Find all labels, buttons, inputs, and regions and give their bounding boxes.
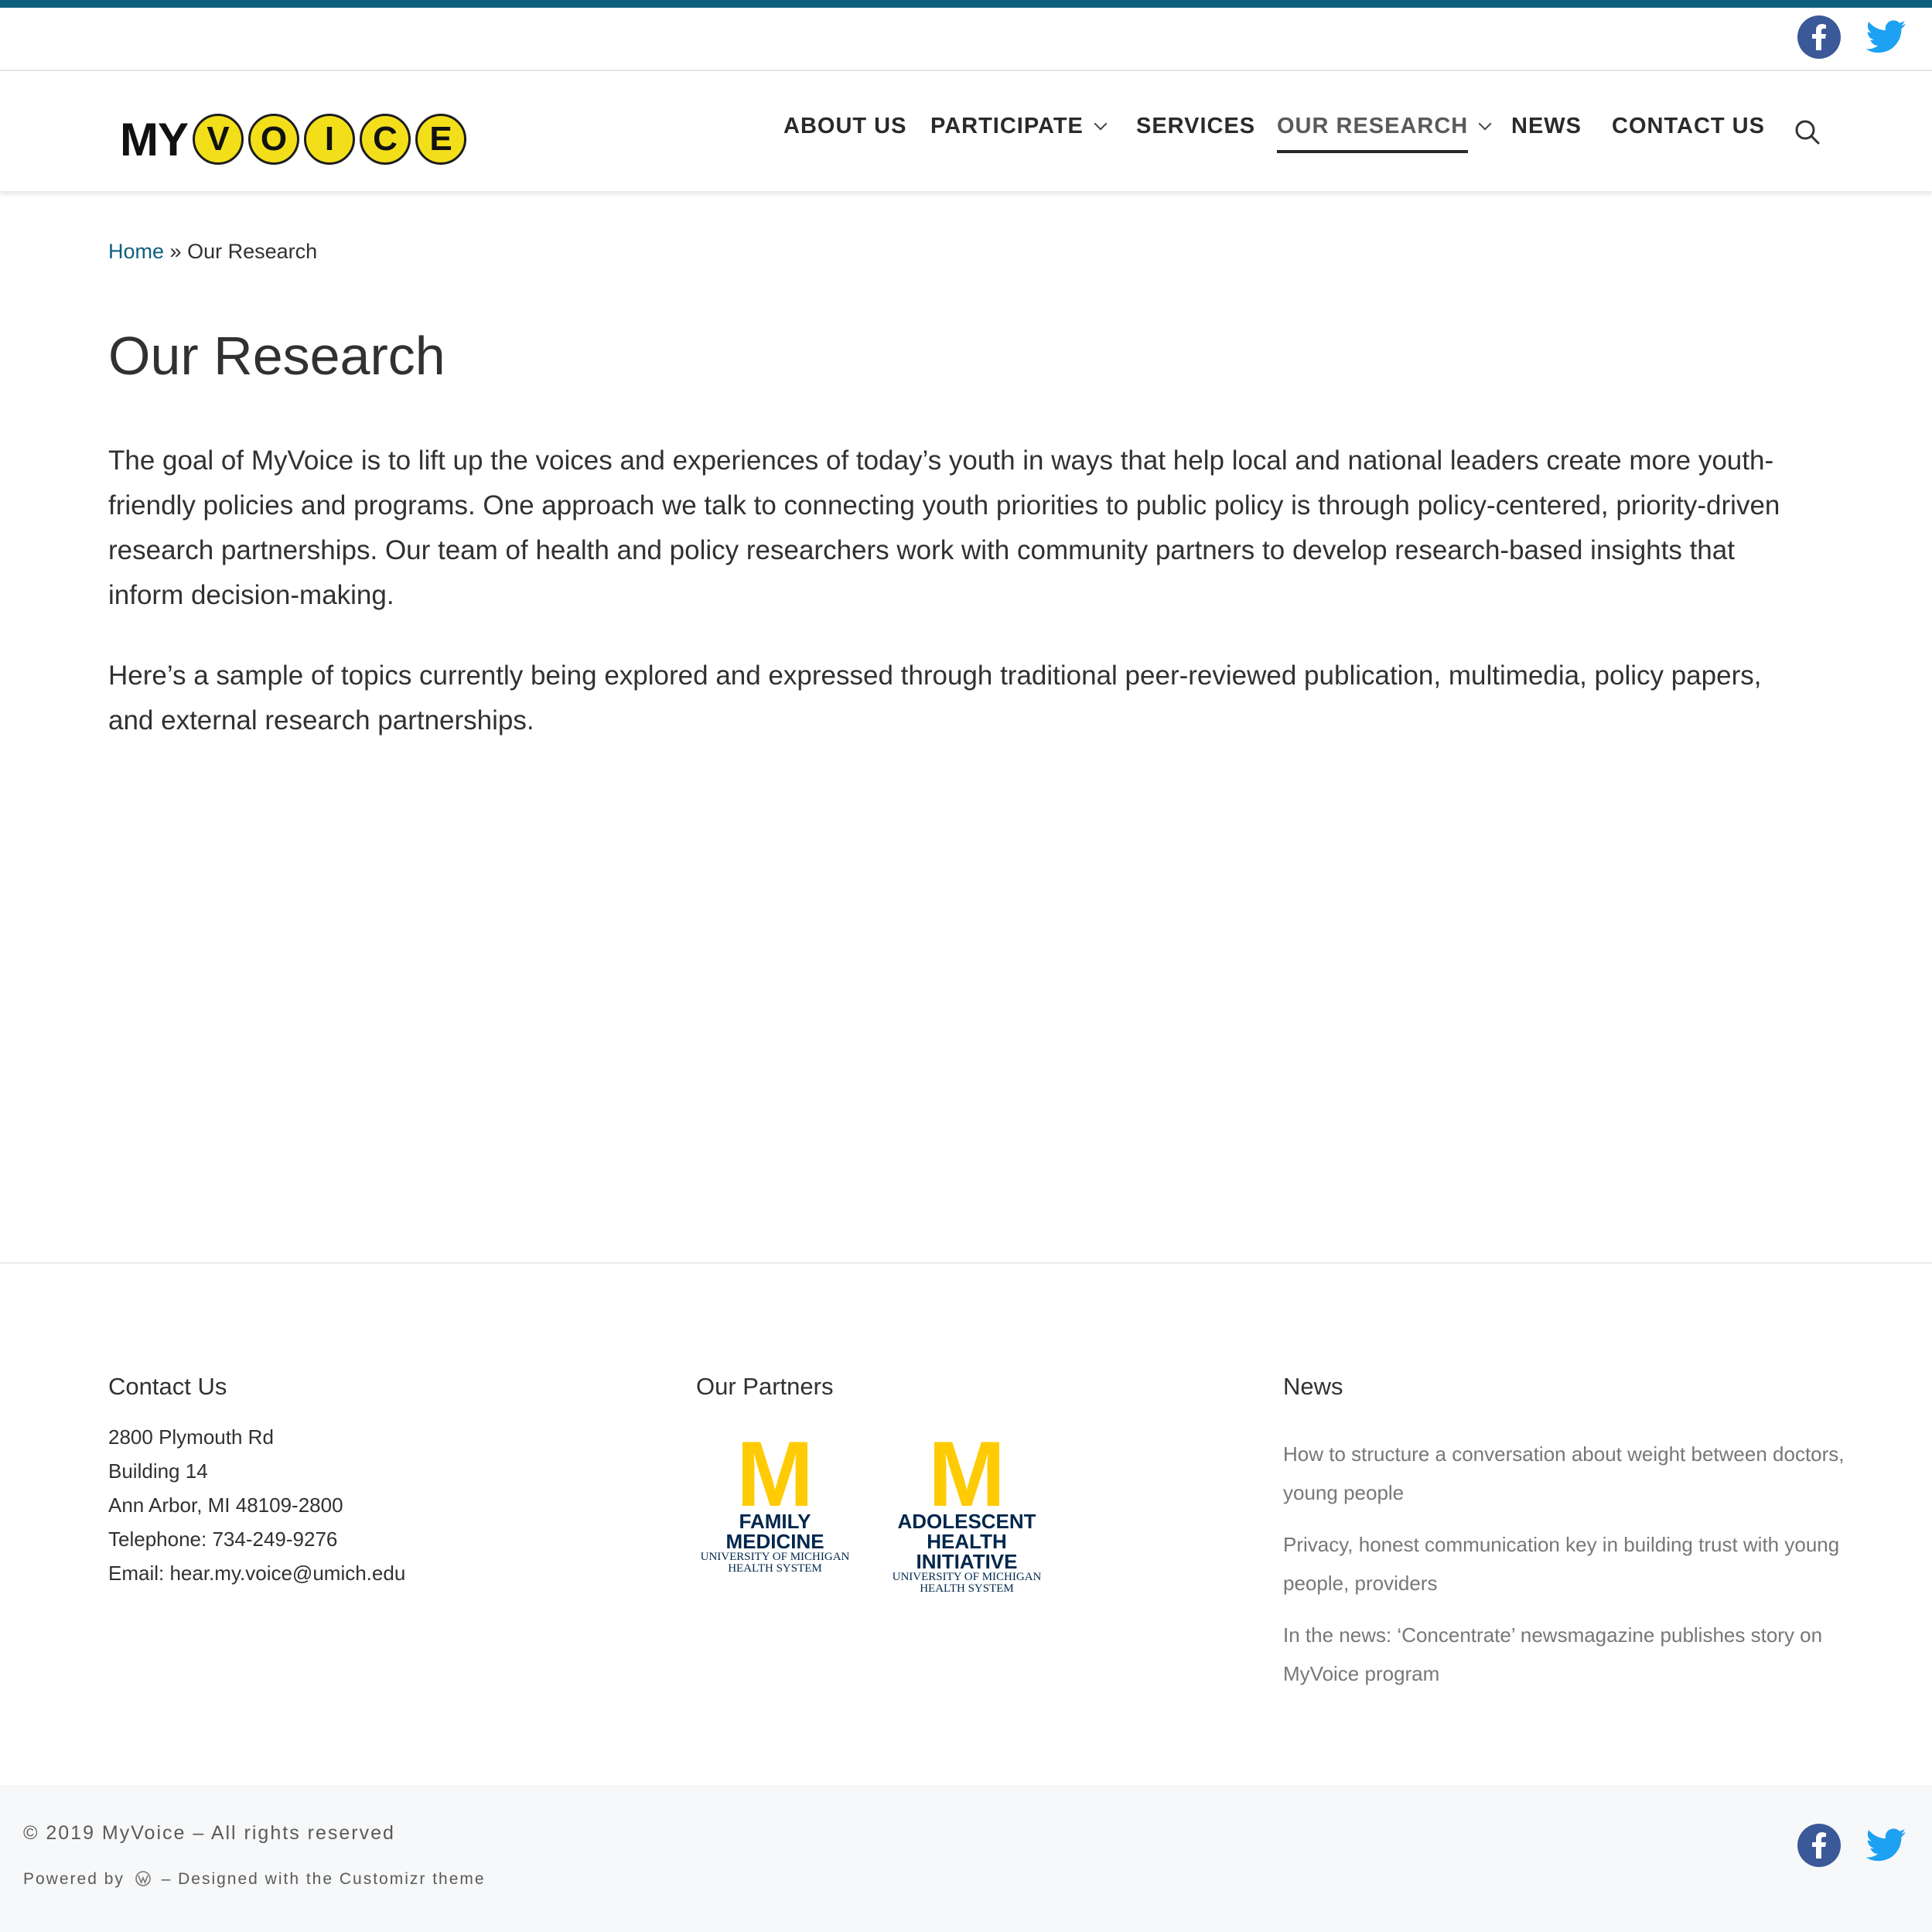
search-icon[interactable] [1794, 119, 1821, 145]
contact-city-line: Ann Arbor, MI 48109-2800 [108, 1493, 343, 1517]
chevron-down-icon [1094, 117, 1108, 131]
block-m-icon: M [928, 1422, 1005, 1526]
powered-suffix: – Designed with the Customizr theme [161, 1870, 486, 1888]
logo-text-my: MY [120, 113, 189, 166]
active-underline [1277, 150, 1469, 153]
footer-contact-block: 2800 Plymouth Rd Building 14 Ann Arbor, … [108, 1420, 405, 1590]
logo-face-e: E [415, 114, 466, 165]
breadcrumb: Home » Our Research [108, 240, 317, 264]
footer-news-heading: News [1283, 1373, 1343, 1400]
breadcrumb-home-link[interactable]: Home [108, 240, 164, 263]
bottom-bar: © 2019 MyVoice – All rights reserved Pow… [0, 1785, 1932, 1932]
chevron-down-icon [1478, 117, 1492, 131]
logo-face-i: I [304, 114, 355, 165]
adolescent-health-logo[interactable]: M ADOLESCENT HEALTH INITIATIVE UNIVERSIT… [888, 1422, 1046, 1595]
intro-paragraph: The goal of MyVoice is to lift up the vo… [108, 445, 1780, 610]
contact-address-line: 2800 Plymouth Rd [108, 1425, 274, 1449]
family-medicine-logo[interactable]: M FAMILY MEDICINE UNIVERSITY OF MICHIGAN… [696, 1422, 854, 1595]
logo-face-o: O [248, 114, 299, 165]
nav-services-label: SERVICES [1136, 114, 1256, 138]
facebook-icon[interactable] [1797, 1824, 1841, 1867]
partner-subtitle: HEALTH SYSTEM [728, 1562, 822, 1575]
block-m-icon: M [736, 1422, 814, 1526]
nav-about-us-label: ABOUT US [783, 114, 907, 138]
contact-email: Email: hear.my.voice@umich.edu [108, 1562, 406, 1585]
site-header: MY V O I C E ABOUT US PARTICIPATE SERVIC… [0, 70, 1932, 191]
nav-our-research-label-wrap: OUR RESEARCH [1277, 114, 1469, 153]
powered-by-text: Powered by – Designed with the Customizr… [23, 1870, 486, 1889]
partner-subtitle: UNIVERSITY OF MICHIGAN [700, 1551, 850, 1563]
footer-news-list: How to structure a conversation about we… [1283, 1435, 1848, 1706]
news-link[interactable]: In the news: ‘Concentrate’ newsmagazine … [1283, 1616, 1848, 1693]
partner-title: ADOLESCENT HEALTH INITIATIVE [897, 1510, 1036, 1573]
top-social-bar [0, 8, 1932, 70]
breadcrumb-current: Our Research [187, 240, 318, 263]
partner-title: FAMILY MEDICINE [725, 1510, 824, 1553]
page-title: Our Research [108, 326, 445, 386]
news-link[interactable]: Privacy, honest communication key in bui… [1283, 1525, 1848, 1603]
twitter-icon[interactable] [1864, 15, 1907, 59]
breadcrumb-separator: » [164, 240, 188, 263]
partner-subtitle: HEALTH SYSTEM [920, 1582, 1014, 1595]
nav-participate-label: PARTICIPATE [930, 114, 1084, 138]
news-link[interactable]: How to structure a conversation about we… [1283, 1435, 1848, 1512]
contact-building-line: Building 14 [108, 1459, 208, 1483]
partner-subtitle: UNIVERSITY OF MICHIGAN [892, 1571, 1042, 1583]
nav-contact-us-label: CONTACT US [1612, 114, 1765, 138]
facebook-icon[interactable] [1797, 15, 1841, 59]
nav-our-research[interactable]: OUR RESEARCH [1277, 114, 1492, 153]
footer-divider [0, 1262, 1932, 1264]
nav-about-us[interactable]: ABOUT US [783, 114, 906, 152]
contact-telephone: Telephone: 734-249-9276 [108, 1528, 338, 1551]
partner-logos: M FAMILY MEDICINE UNIVERSITY OF MICHIGAN… [696, 1422, 1046, 1595]
nav-services[interactable]: SERVICES [1136, 114, 1255, 152]
nav-our-research-label: OUR RESEARCH [1277, 114, 1469, 138]
nav-news[interactable]: NEWS [1511, 114, 1582, 152]
top-accent-bar [0, 0, 1932, 8]
nav-participate[interactable]: PARTICIPATE [930, 114, 1108, 152]
footer-contact-heading: Contact Us [108, 1373, 227, 1400]
myvoice-logo[interactable]: MY V O I C E [120, 110, 471, 169]
nav-news-label: NEWS [1511, 114, 1582, 138]
logo-face-c: C [360, 114, 411, 165]
topics-paragraph: Here’s a sample of topics currently bein… [108, 660, 1762, 736]
powered-prefix: Powered by [23, 1870, 125, 1888]
logo-face-v: V [193, 114, 244, 165]
wordpress-icon[interactable] [135, 1871, 151, 1886]
nav-contact-us[interactable]: CONTACT US [1612, 114, 1765, 152]
footer-partners-heading: Our Partners [696, 1373, 834, 1400]
twitter-icon[interactable] [1864, 1824, 1907, 1867]
copyright-text: © 2019 MyVoice – All rights reserved [23, 1822, 395, 1844]
